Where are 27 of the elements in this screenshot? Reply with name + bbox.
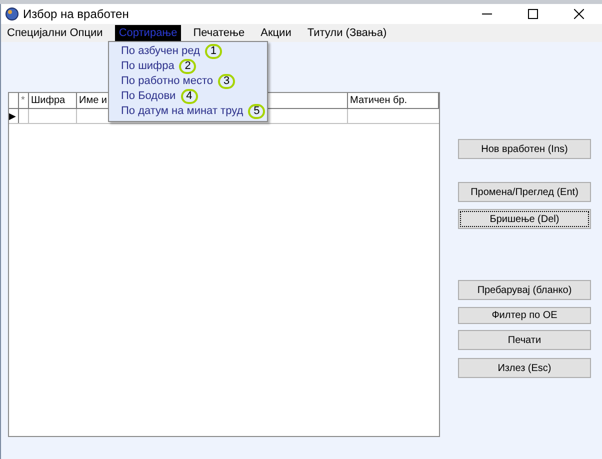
action-button[interactable]: Промена/Преглед (Ent) [458,182,591,202]
action-button[interactable]: Бришење (Del) [458,209,591,229]
dropdown-item[interactable]: По работно место [121,73,213,90]
close-icon [574,9,584,19]
callout-number: 2 [179,59,196,74]
window-title: Избор на вработен [23,6,129,23]
column-header: Матичен бр. [348,93,439,108]
callout-number: 4 [180,89,198,104]
column-header: * [19,93,29,108]
dropdown-item[interactable]: По шифра [121,58,174,75]
menu-item[interactable]: Титули (Звања) [303,25,391,41]
menu-item[interactable]: Специјални Опции [3,25,107,41]
app-logo-icon [5,7,19,21]
action-button[interactable]: Филтер по ОЕ [458,307,591,324]
menu-item[interactable]: Акции [256,25,296,41]
action-button[interactable]: Печати [458,330,591,350]
callout-number: 3 [218,74,235,89]
callout-number: 1 [204,44,222,59]
row-indicator: ▶ [9,109,19,123]
action-button[interactable]: Пребарувај (бланко) [458,280,591,300]
maximize-icon [528,9,538,19]
action-button[interactable]: Излез (Esc) [458,358,591,378]
column-header: Шифра [29,93,77,108]
menu-item[interactable]: Печатење [189,25,249,41]
action-button[interactable]: Нов вработен (Ins) [458,139,591,159]
callout-number: 5 [248,104,266,119]
dropdown-item[interactable]: По азбучен ред [121,43,200,60]
